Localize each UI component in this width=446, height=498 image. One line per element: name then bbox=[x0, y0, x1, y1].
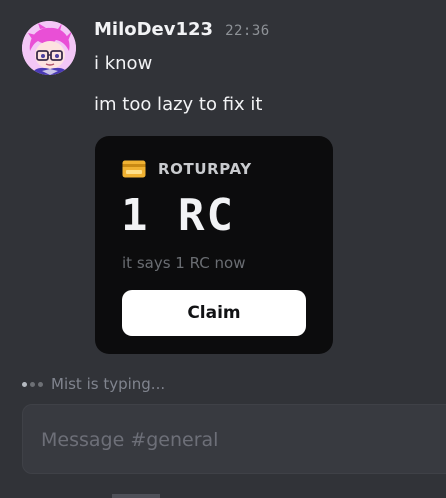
message-line: i know bbox=[94, 53, 153, 74]
card-header: ROTURPAY bbox=[122, 160, 252, 178]
message-input[interactable]: Message #general bbox=[41, 429, 218, 451]
timestamp: 22:36 bbox=[225, 23, 270, 39]
chat-view: MiloDev123 22:36 i know im too lazy to f… bbox=[0, 0, 446, 498]
typing-dot bbox=[30, 381, 35, 387]
typing-indicator: Mist is typing... bbox=[22, 375, 165, 393]
username[interactable]: MiloDev123 bbox=[94, 19, 213, 40]
payment-card: ROTURPAY 1 RC it says 1 RC now Claim bbox=[95, 136, 333, 354]
card-note: it says 1 RC now bbox=[122, 254, 246, 272]
claim-button[interactable]: Claim bbox=[122, 290, 306, 336]
typing-dots-icon bbox=[22, 381, 43, 387]
card-brand: ROTURPAY bbox=[158, 160, 252, 178]
card-amount: 1 RC bbox=[121, 190, 235, 241]
typing-dot bbox=[38, 381, 43, 387]
avatar[interactable] bbox=[22, 21, 76, 75]
message-composer[interactable]: Message #general bbox=[22, 404, 446, 474]
scroll-indicator bbox=[112, 494, 160, 498]
message-header: MiloDev123 22:36 bbox=[94, 19, 270, 45]
credit-card-icon bbox=[122, 160, 146, 178]
typing-dot bbox=[22, 381, 27, 387]
message-line: im too lazy to fix it bbox=[94, 94, 263, 115]
typing-text: Mist is typing... bbox=[51, 375, 166, 393]
avatar-image bbox=[22, 21, 76, 75]
